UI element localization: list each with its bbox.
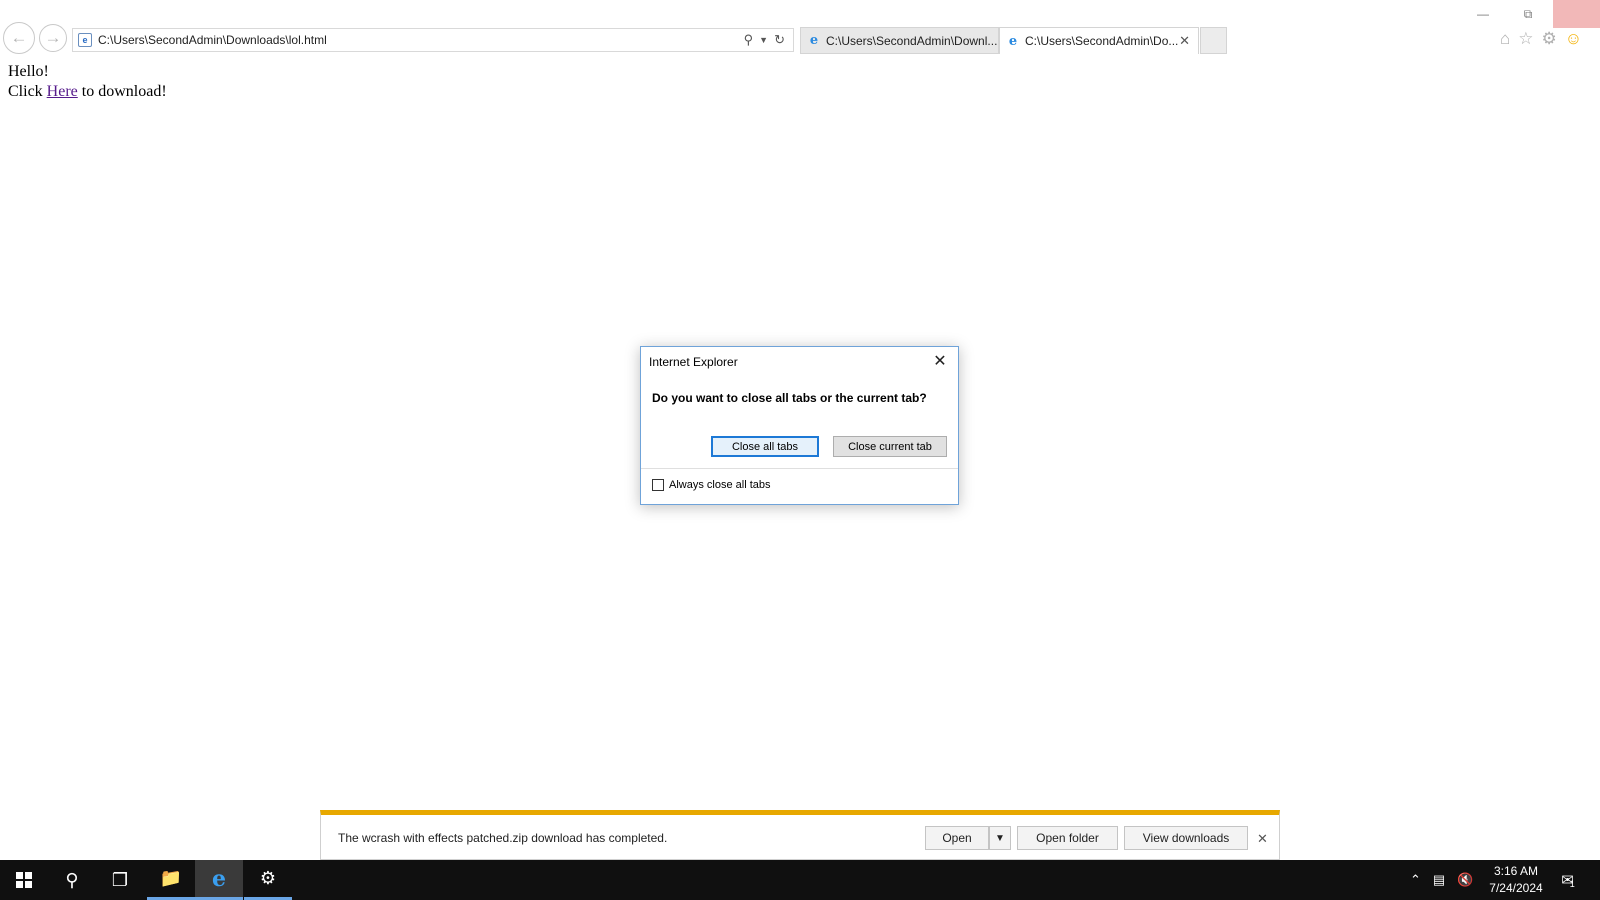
back-button[interactable]: ←: [3, 22, 35, 54]
volume-muted-icon[interactable]: 🔇: [1457, 872, 1473, 888]
dropdown-arrow-icon: ▼: [995, 832, 1005, 844]
gear-icon: ⚙: [259, 868, 277, 888]
tab-2-active[interactable]: e C:\Users\SecondAdmin\Do... ✕: [999, 27, 1199, 54]
forward-button[interactable]: →: [39, 24, 67, 52]
restore-icon: ⧉: [1523, 6, 1533, 21]
taskbar-clock[interactable]: 3:16 AM 7/24/2024: [1478, 863, 1554, 897]
page-icon: e: [78, 33, 92, 47]
dialog-divider: [641, 468, 958, 469]
toolbar-icons: ⌂ ☆ ⚙ ☺: [1500, 29, 1582, 49]
windows-logo-icon: [16, 872, 32, 888]
search-icon: ⚲: [65, 869, 79, 890]
close-current-tab-button[interactable]: Close current tab: [833, 436, 947, 457]
clock-date: 7/24/2024: [1489, 881, 1543, 895]
settings-gear-icon[interactable]: ⚙: [1542, 29, 1557, 49]
close-all-tabs-button[interactable]: Close all tabs: [711, 436, 819, 457]
network-icon[interactable]: ▤: [1433, 872, 1445, 888]
tab-close-icon[interactable]: ✕: [1179, 33, 1190, 49]
tab-title: C:\Users\SecondAdmin\Do...: [1025, 34, 1179, 48]
search-dropdown-icon[interactable]: ▼: [759, 35, 768, 45]
tab-1[interactable]: e C:\Users\SecondAdmin\Downl...: [800, 27, 999, 54]
taskbar: ⚲ ❐ 📁 e ⚙ ⌃ ▤ 🔇 3:16 AM 7/24/2024 ✉ 1: [0, 860, 1600, 900]
internet-explorer-button[interactable]: e: [195, 860, 243, 900]
task-view-button[interactable]: ❐: [96, 860, 144, 900]
task-view-icon: ❐: [111, 869, 129, 890]
file-explorer-button[interactable]: 📁: [147, 860, 195, 900]
address-url[interactable]: C:\Users\SecondAdmin\Downloads\lol.html: [98, 33, 744, 47]
always-close-label: Always close all tabs: [669, 479, 771, 491]
address-bar[interactable]: e C:\Users\SecondAdmin\Downloads\lol.htm…: [72, 28, 794, 52]
download-prefix-text: Click: [8, 83, 47, 100]
open-dropdown-button[interactable]: ▼: [989, 826, 1011, 850]
always-close-checkbox[interactable]: [652, 479, 664, 491]
download-suffix-text: to download!: [77, 83, 167, 100]
feedback-smiley-icon[interactable]: ☺: [1565, 29, 1582, 49]
refresh-icon[interactable]: ↻: [774, 32, 785, 48]
minimize-button[interactable]: —: [1461, 0, 1505, 28]
download-message: The wcrash with effects patched.zip down…: [338, 831, 668, 845]
action-center-button[interactable]: ✉ 1: [1556, 868, 1580, 892]
new-tab-button[interactable]: [1200, 27, 1227, 54]
tab-title: C:\Users\SecondAdmin\Downl...: [826, 33, 998, 48]
back-arrow-icon: ←: [10, 28, 28, 47]
open-folder-button[interactable]: Open folder: [1017, 826, 1118, 850]
search-button[interactable]: ⚲: [48, 860, 96, 900]
start-button[interactable]: [0, 860, 48, 900]
settings-button[interactable]: ⚙: [244, 860, 292, 900]
open-button[interactable]: Open: [925, 826, 989, 850]
restore-button[interactable]: ⧉: [1506, 0, 1550, 28]
always-close-checkbox-row[interactable]: Always close all tabs: [652, 479, 771, 491]
browser-chrome: ← → e C:\Users\SecondAdmin\Downloads\lol…: [0, 0, 1600, 60]
window-close-button[interactable]: [1553, 0, 1600, 28]
page-content: Hello! Click Here to download!: [8, 62, 167, 102]
dialog-title: Internet Explorer: [649, 355, 738, 369]
system-tray: ⌃ ▤ 🔇: [1410, 860, 1473, 900]
notification-count: 1: [1569, 879, 1575, 889]
download-bar-close-icon[interactable]: ✕: [1257, 831, 1268, 847]
home-icon[interactable]: ⌂: [1500, 29, 1510, 49]
minimize-icon: —: [1477, 7, 1489, 21]
view-downloads-button[interactable]: View downloads: [1124, 826, 1248, 850]
search-icon[interactable]: ⚲: [744, 32, 754, 48]
folder-icon: 📁: [159, 868, 183, 888]
download-notification-bar: The wcrash with effects patched.zip down…: [320, 810, 1280, 860]
clock-time: 3:16 AM: [1493, 864, 1539, 878]
dialog-question: Do you want to close all tabs or the cur…: [652, 391, 927, 405]
forward-arrow-icon: →: [44, 28, 62, 47]
here-link[interactable]: Here: [47, 83, 78, 100]
hello-text: Hello!: [8, 63, 49, 80]
close-tabs-dialog: Internet Explorer ✕ Do you want to close…: [640, 346, 959, 505]
ie-tab-icon: e: [809, 33, 819, 48]
favorites-star-icon[interactable]: ☆: [1518, 29, 1533, 49]
ie-tab-icon: e: [1008, 33, 1018, 49]
dialog-close-icon[interactable]: ✕: [930, 351, 950, 371]
chevron-up-icon[interactable]: ⌃: [1410, 872, 1421, 888]
internet-explorer-icon: e: [212, 865, 226, 892]
download-line: Click Here to download!: [8, 82, 167, 102]
